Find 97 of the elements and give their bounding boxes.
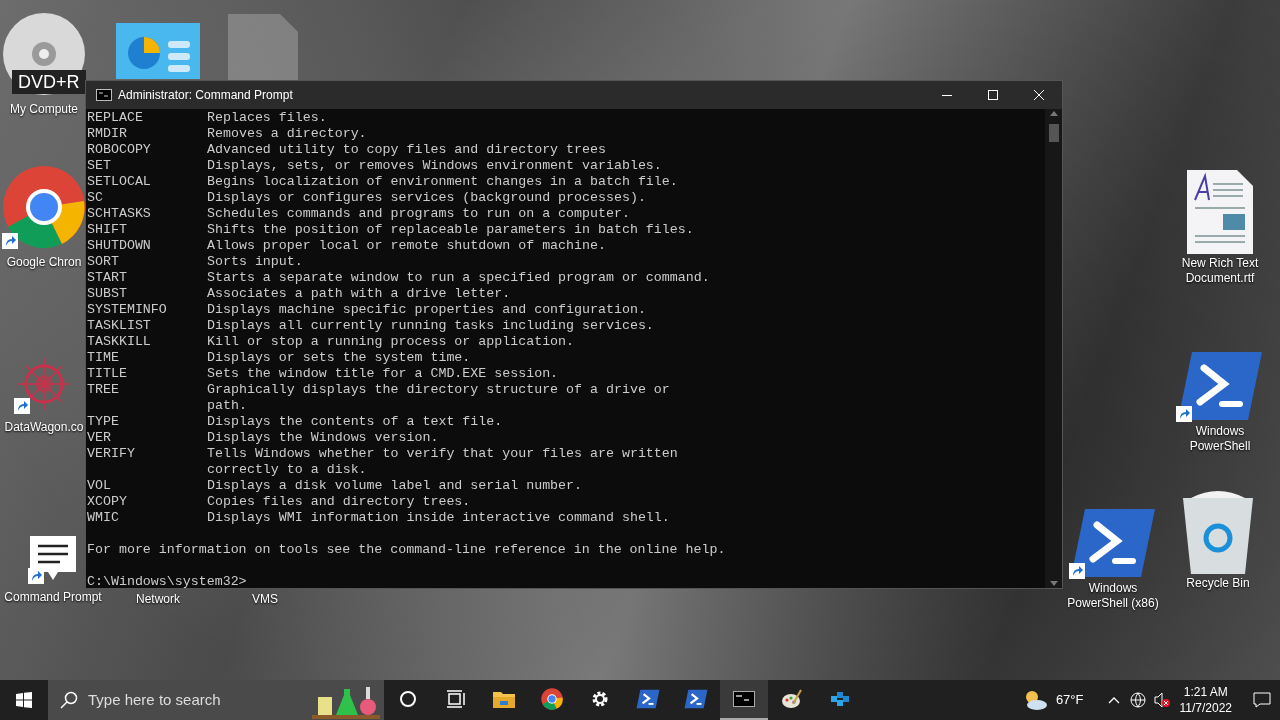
- command-name: SUBST: [87, 286, 127, 301]
- command-description: Starts a separate window to run a specified program or command.: [207, 270, 710, 286]
- close-icon: [1034, 90, 1044, 100]
- command-description: Shifts the position of replaceable parameters in batch files.: [207, 222, 694, 238]
- minimize-icon: [942, 94, 952, 96]
- scroll-up-icon: [1049, 111, 1058, 116]
- command-description: Displays WMI information inside interactive command shell.: [207, 510, 670, 526]
- folder-icon: [493, 690, 515, 708]
- command-name: TITLE: [87, 366, 127, 381]
- command-description: Displays or configures services (background processes).: [207, 190, 646, 206]
- search-input[interactable]: Type here to search: [88, 688, 288, 712]
- command-name: SHUTDOWN: [87, 238, 151, 253]
- command-name: SCHTASKS: [87, 206, 151, 221]
- drive-tooltip: DVD+R: [12, 70, 86, 94]
- command-name: SYSTEMINFO: [87, 302, 167, 317]
- command-name: TIME: [87, 350, 119, 365]
- recycle-bin-icon: [1181, 490, 1255, 574]
- help-note: For more information on tools see the command-line reference in the online help.: [87, 542, 727, 558]
- scrollbar-thumb[interactable]: [1048, 124, 1059, 142]
- command-description: Sorts input.: [207, 254, 303, 270]
- command-name: RMDIR: [87, 126, 127, 141]
- command-name: ROBOCOPY: [87, 142, 151, 157]
- search-box[interactable]: Type here to search: [48, 680, 384, 720]
- desktop-icon-label[interactable]: My Compute: [10, 102, 78, 117]
- console-icon: [96, 89, 112, 101]
- windows-logo-icon: [16, 692, 32, 708]
- desktop-icon-label[interactable]: New Rich Text Document.rtf: [1170, 256, 1270, 286]
- command-prompt: C:\Windows\system32>: [87, 574, 248, 590]
- settings-icon: [590, 689, 610, 709]
- desktop-icon-label[interactable]: Windows PowerShell (x86): [1065, 581, 1161, 611]
- clock-time: 1:21 AM: [1183, 684, 1228, 700]
- command-description: Advanced utility to copy files and directory trees: [207, 142, 606, 158]
- command-description: Removes a directory.: [207, 126, 367, 142]
- desktop-icon-label[interactable]: Windows PowerShell: [1170, 424, 1270, 454]
- command-description: Displays all currently running tasks including services.: [207, 318, 654, 334]
- command-name: XCOPY: [87, 494, 127, 509]
- command-description: Sets the window title for a CMD.EXE session.: [207, 366, 559, 382]
- command-description: Kill or stop a running process or application.: [207, 334, 575, 350]
- command-name: REPLACE: [87, 110, 143, 125]
- maximize-icon: [988, 90, 998, 100]
- task-view-icon: [446, 690, 466, 708]
- clock-date: 11/7/2022: [1179, 700, 1232, 716]
- window-title: Administrator: Command Prompt: [118, 87, 293, 104]
- command-name: WMIC: [87, 510, 119, 525]
- command-name: VERIFY: [87, 446, 135, 461]
- chevron-up-icon: [1107, 696, 1120, 704]
- command-name: SC: [87, 190, 103, 205]
- desktop-icon-label[interactable]: Command Prompt: [4, 590, 102, 605]
- command-description: Displays or sets the system time.: [207, 350, 471, 366]
- desktop-icon-label[interactable]: Network: [136, 592, 180, 607]
- command-name: TASKKILL: [87, 334, 151, 349]
- desktop-icon-label[interactable]: DataWagon.co: [4, 420, 84, 435]
- command-description: Associates a path with a drive letter.: [207, 286, 511, 302]
- console-icon: [733, 691, 755, 707]
- palette-icon: [781, 688, 803, 710]
- scroll-down-icon: [1049, 581, 1058, 586]
- command-name: TYPE: [87, 414, 119, 429]
- command-name: SHIFT: [87, 222, 127, 237]
- scrollbar[interactable]: [1045, 109, 1062, 588]
- powershell-icon: [636, 689, 660, 709]
- command-description: Displays the Windows version.: [207, 430, 439, 446]
- command-description: Schedules commands and programs to run on a computer.: [207, 206, 630, 222]
- command-name: VOL: [87, 478, 111, 493]
- command-name: TREE: [87, 382, 119, 397]
- circle-icon: [399, 690, 417, 708]
- command-name: VER: [87, 430, 111, 445]
- command-name: TASKLIST: [87, 318, 151, 333]
- command-description: Displays the contents of a text file.: [207, 414, 503, 430]
- globe-icon: [1129, 692, 1146, 708]
- desktop-icon-label[interactable]: VMS: [252, 592, 278, 607]
- command-name: SETLOCAL: [87, 174, 151, 189]
- temperature: 67°F: [1055, 691, 1084, 710]
- chrome-icon: [541, 688, 563, 710]
- command-description: path.: [207, 398, 247, 414]
- taskbar-app[interactable]: [720, 680, 768, 720]
- powershell-icon: [684, 689, 708, 709]
- command-description: Allows proper local or remote shutdown of machine.: [207, 238, 606, 254]
- chrome-icon: [2, 165, 86, 249]
- command-description: Copies files and directory trees.: [207, 494, 471, 510]
- desktop-icon-label[interactable]: Recycle Bin: [1186, 576, 1250, 591]
- command-description: Replaces files.: [207, 110, 327, 126]
- search-icon: [60, 691, 78, 709]
- speech-bubble-icon: [1253, 692, 1271, 708]
- control-panel-icon: [116, 23, 200, 79]
- command-name: START: [87, 270, 127, 285]
- command-description: Graphically displays the directory structure of a drive or: [207, 382, 670, 398]
- command-description: Displays, sets, or removes Windows environment variables.: [207, 158, 662, 174]
- speaker-muted-icon: [1153, 692, 1170, 708]
- command-name: SORT: [87, 254, 119, 269]
- desktop-icon-label[interactable]: Google Chron: [6, 255, 82, 270]
- command-description: correctly to a disk.: [207, 462, 367, 478]
- command-description: Begins localization of environment changes in a batch file.: [207, 174, 678, 190]
- command-description: Tells Windows whether to verify that your files are written: [207, 446, 678, 462]
- document-icon: [1187, 170, 1253, 254]
- command-name: SET: [87, 158, 111, 173]
- command-description: Displays a disk volume label and serial number.: [207, 478, 583, 494]
- command-description: Displays machine specific properties and configuration.: [207, 302, 646, 318]
